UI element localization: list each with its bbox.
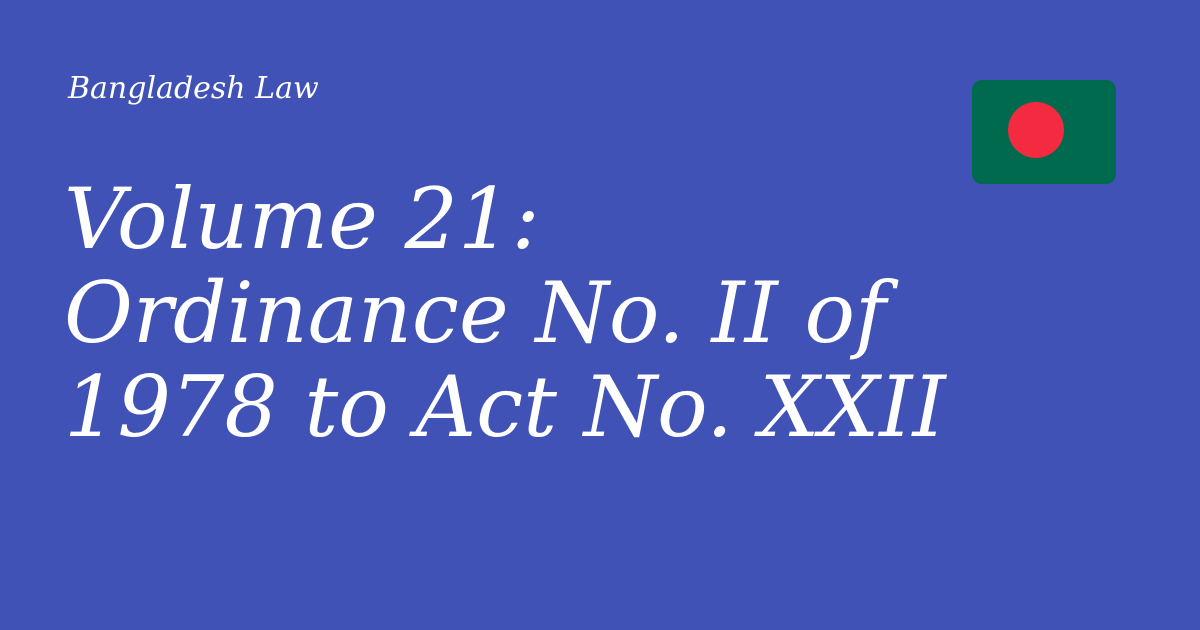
page-title: Volume 21: Ordinance No. II of 1978 to A…: [64, 170, 946, 457]
title-line-1: Volume 21:: [64, 170, 540, 268]
title-line-2: Ordinance No. II of: [64, 264, 887, 363]
bangladesh-flag-icon: [972, 80, 1116, 184]
site-label: Bangladesh Law: [68, 71, 319, 106]
flag-red-disc: [1008, 102, 1064, 158]
title-line-3: 1978 to Act No. XXII: [64, 358, 946, 457]
share-card: Bangladesh Law Volume 21: Ordinance No. …: [0, 0, 1200, 630]
